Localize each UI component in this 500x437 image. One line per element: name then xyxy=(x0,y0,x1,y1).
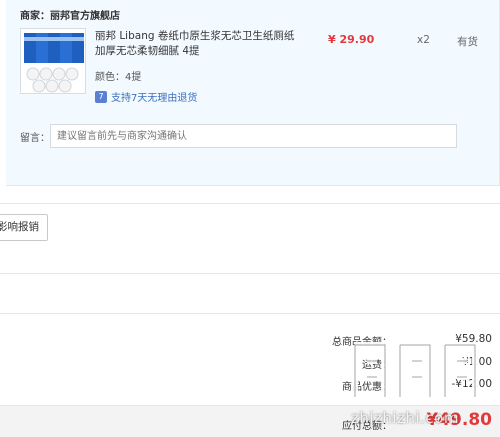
total-label: 应付总额： xyxy=(342,421,392,432)
subtotal-row: 总商品金额： ¥59.80 xyxy=(0,333,500,351)
order-item-panel: 商家：丽邦官方旗舰店 丽邦 Libang 卷纸巾原生浆无芯卫生纸厕纸加厚无芯柔韧… xyxy=(6,0,500,186)
product-thumbnail-icon[interactable] xyxy=(20,28,86,94)
return-policy-link[interactable]: 7 支持7天无理由退货 xyxy=(95,89,197,104)
discount-value: -¥12.00 xyxy=(451,378,492,390)
product-title-link[interactable]: 丽邦 Libang 卷纸巾原生浆无芯卫生纸厕纸加厚无芯柔韧细腻 4提 xyxy=(95,29,295,59)
product-stock-status: 有货 xyxy=(457,36,478,48)
section-divider xyxy=(0,273,500,274)
shop-label: 商家： xyxy=(20,11,50,22)
return-policy-label: 支持7天无理由退货 xyxy=(111,93,198,104)
subtotal-value: ¥59.80 xyxy=(455,333,492,345)
product-price: ¥ 29.90 xyxy=(328,33,375,46)
return-policy-icon: 7 xyxy=(95,90,107,103)
shipping-label: 运费： xyxy=(362,360,392,371)
invoice-button[interactable]: 影响报销 xyxy=(0,214,48,241)
section-divider xyxy=(0,313,500,314)
message-input[interactable] xyxy=(50,124,457,148)
total-value: ¥49.80 xyxy=(426,410,492,430)
shipping-row: 运费： ¥1.00 xyxy=(0,356,500,374)
product-quantity: x2 xyxy=(417,34,430,46)
discount-row: 商品优惠： -¥12.00 xyxy=(0,378,500,396)
subtotal-label: 总商品金额： xyxy=(332,337,392,348)
shop-line: 商家：丽邦官方旗舰店 xyxy=(20,7,120,22)
discount-label: 商品优惠： xyxy=(342,382,392,393)
message-label: 留言： xyxy=(20,133,50,144)
total-bar: 应付总额： ¥49.80 xyxy=(0,405,500,437)
product-variant: 颜色：4提 xyxy=(95,72,142,83)
shop-name-link[interactable]: 丽邦官方旗舰店 xyxy=(50,11,120,22)
section-divider xyxy=(0,203,500,204)
shipping-value: ¥1.00 xyxy=(461,356,492,368)
